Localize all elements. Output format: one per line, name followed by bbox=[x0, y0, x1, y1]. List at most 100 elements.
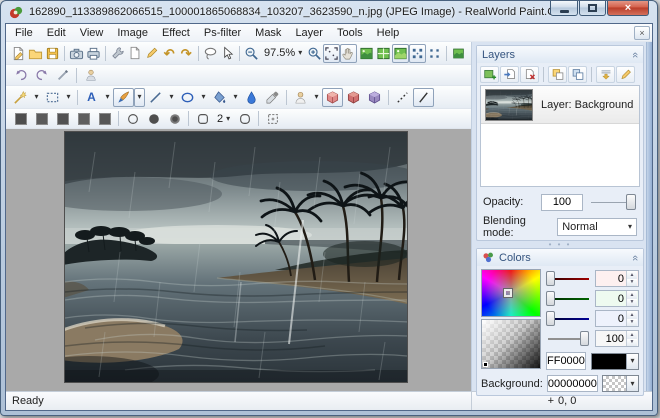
view-dual-button[interactable] bbox=[375, 44, 392, 63]
magic-wand-button[interactable] bbox=[10, 88, 31, 107]
add-layer-button[interactable] bbox=[480, 66, 499, 83]
open-file-button[interactable] bbox=[27, 44, 44, 63]
slider-thumb[interactable] bbox=[546, 311, 555, 326]
luminance-alpha-pad[interactable] bbox=[481, 319, 541, 369]
menu-view[interactable]: View bbox=[73, 25, 111, 41]
line-tool-button[interactable] bbox=[145, 88, 166, 107]
spin-up-icon[interactable]: ▲ bbox=[627, 271, 637, 279]
menu-mask[interactable]: Mask bbox=[248, 25, 288, 41]
stroke-width-combobox[interactable]: 2 ▾ bbox=[213, 112, 234, 126]
canvas-area[interactable] bbox=[6, 129, 471, 391]
opacity-slider[interactable] bbox=[589, 194, 637, 211]
slider-thumb[interactable] bbox=[546, 291, 555, 306]
lasso-button[interactable] bbox=[202, 44, 219, 63]
retouch-tool-button[interactable] bbox=[290, 88, 311, 107]
panel-splitter[interactable]: • • • bbox=[476, 241, 644, 248]
collapse-icon[interactable]: « bbox=[629, 51, 641, 57]
view-single-button[interactable] bbox=[392, 44, 409, 63]
pan-button[interactable] bbox=[340, 44, 357, 63]
points-toggle-button[interactable] bbox=[426, 44, 443, 63]
print-button[interactable] bbox=[85, 44, 102, 63]
brush-shape-solid-button[interactable] bbox=[143, 109, 164, 128]
spin-down-icon[interactable]: ▼ bbox=[627, 299, 637, 307]
rotate-ccw-button[interactable] bbox=[10, 66, 31, 85]
texture-swatch-2-button[interactable] bbox=[31, 109, 52, 128]
collapse-icon[interactable]: « bbox=[629, 254, 641, 260]
minimize-button[interactable] bbox=[550, 1, 578, 16]
solid-line-style-button[interactable] bbox=[413, 88, 434, 107]
merge-layer-button[interactable] bbox=[596, 66, 615, 83]
texture-swatch-1-button[interactable] bbox=[10, 109, 31, 128]
spin-up-icon[interactable]: ▲ bbox=[627, 331, 637, 339]
text-tool-button[interactable]: A bbox=[81, 88, 102, 107]
spin-down-icon[interactable]: ▼ bbox=[627, 339, 637, 347]
copy-layer-button[interactable] bbox=[568, 66, 587, 83]
opacity-input[interactable] bbox=[542, 195, 582, 210]
document-close-button[interactable]: × bbox=[634, 26, 650, 40]
select-tool-options-button[interactable]: ▾ bbox=[63, 88, 74, 107]
layer-mode-3-button[interactable] bbox=[364, 88, 385, 107]
dotted-line-style-button[interactable] bbox=[392, 88, 413, 107]
save-file-button[interactable] bbox=[44, 44, 61, 63]
texture-swatch-4-button[interactable] bbox=[73, 109, 94, 128]
edit-layer-button[interactable] bbox=[616, 66, 635, 83]
blank-document-button[interactable] bbox=[126, 44, 143, 63]
menu-tools[interactable]: Tools bbox=[330, 25, 370, 41]
fill-tool-options-button[interactable]: ▾ bbox=[230, 88, 241, 107]
water-drop-button[interactable] bbox=[241, 88, 262, 107]
document-image[interactable] bbox=[64, 131, 408, 383]
menu-effect[interactable]: Effect bbox=[155, 25, 197, 41]
menu-image[interactable]: Image bbox=[110, 25, 155, 41]
acquire-image-button[interactable] bbox=[68, 44, 85, 63]
hue-picker-pad[interactable] bbox=[481, 269, 541, 317]
slider-thumb[interactable] bbox=[546, 271, 555, 286]
brush-tool-button[interactable] bbox=[113, 88, 134, 107]
fill-tool-button[interactable] bbox=[209, 88, 230, 107]
layer-mode-1-button[interactable] bbox=[322, 88, 343, 107]
measure-button[interactable] bbox=[52, 66, 73, 85]
eyedropper-button[interactable] bbox=[262, 88, 283, 107]
blue-value-input[interactable] bbox=[596, 311, 626, 326]
spin-up-icon[interactable]: ▲ bbox=[627, 311, 637, 319]
shape-tool-button[interactable] bbox=[177, 88, 198, 107]
hex-color-input[interactable] bbox=[547, 353, 585, 369]
delete-layer-button[interactable] bbox=[520, 66, 539, 83]
menu-layer[interactable]: Layer bbox=[288, 25, 330, 41]
layer-row-background[interactable]: Layer: Background bbox=[481, 86, 639, 124]
texture-swatch-5-button[interactable] bbox=[94, 109, 115, 128]
brush-shape-soft-button[interactable] bbox=[164, 109, 185, 128]
spin-up-icon[interactable]: ▲ bbox=[627, 291, 637, 299]
menu-help[interactable]: Help bbox=[370, 25, 407, 41]
layer-mode-2-button[interactable] bbox=[343, 88, 364, 107]
green-slider[interactable] bbox=[546, 290, 591, 307]
select-tool-button[interactable] bbox=[42, 88, 63, 107]
zoom-in-button[interactable] bbox=[306, 44, 323, 63]
luminance-selector[interactable] bbox=[483, 362, 488, 367]
zoom-out-button[interactable] bbox=[243, 44, 260, 63]
red-slider[interactable] bbox=[546, 270, 591, 287]
green-value-input[interactable] bbox=[596, 291, 626, 306]
blending-mode-select[interactable]: Normal ▾ bbox=[557, 218, 637, 236]
pattern-button[interactable] bbox=[262, 109, 283, 128]
shape-tool-options-button[interactable]: ▾ bbox=[198, 88, 209, 107]
red-value-input[interactable] bbox=[596, 271, 626, 286]
hue-selector[interactable] bbox=[504, 289, 512, 297]
spin-down-icon[interactable]: ▼ bbox=[627, 319, 637, 327]
title-bar[interactable]: 162890_113389862066515_100001865068834_1… bbox=[1, 1, 657, 23]
close-button[interactable]: × bbox=[607, 1, 649, 16]
magic-wand-options-button[interactable]: ▾ bbox=[31, 88, 42, 107]
undo-button[interactable]: ↶ bbox=[161, 44, 178, 63]
import-layer-button[interactable] bbox=[500, 66, 519, 83]
background-swatch[interactable]: ▾ bbox=[602, 375, 639, 392]
duplicate-layer-button[interactable] bbox=[548, 66, 567, 83]
menu-file[interactable]: File bbox=[8, 25, 40, 41]
view-image-button[interactable] bbox=[357, 44, 374, 63]
thumbnail-view-button[interactable] bbox=[450, 44, 467, 63]
grid-toggle-button[interactable] bbox=[409, 44, 426, 63]
alpha-value-input[interactable] bbox=[596, 331, 626, 346]
text-tool-options-button[interactable]: ▾ bbox=[102, 88, 113, 107]
outline-style-button[interactable] bbox=[192, 109, 213, 128]
retouch-tool-options-button[interactable]: ▾ bbox=[311, 88, 322, 107]
edit-document-button[interactable] bbox=[144, 44, 161, 63]
slider-thumb[interactable] bbox=[580, 331, 589, 346]
